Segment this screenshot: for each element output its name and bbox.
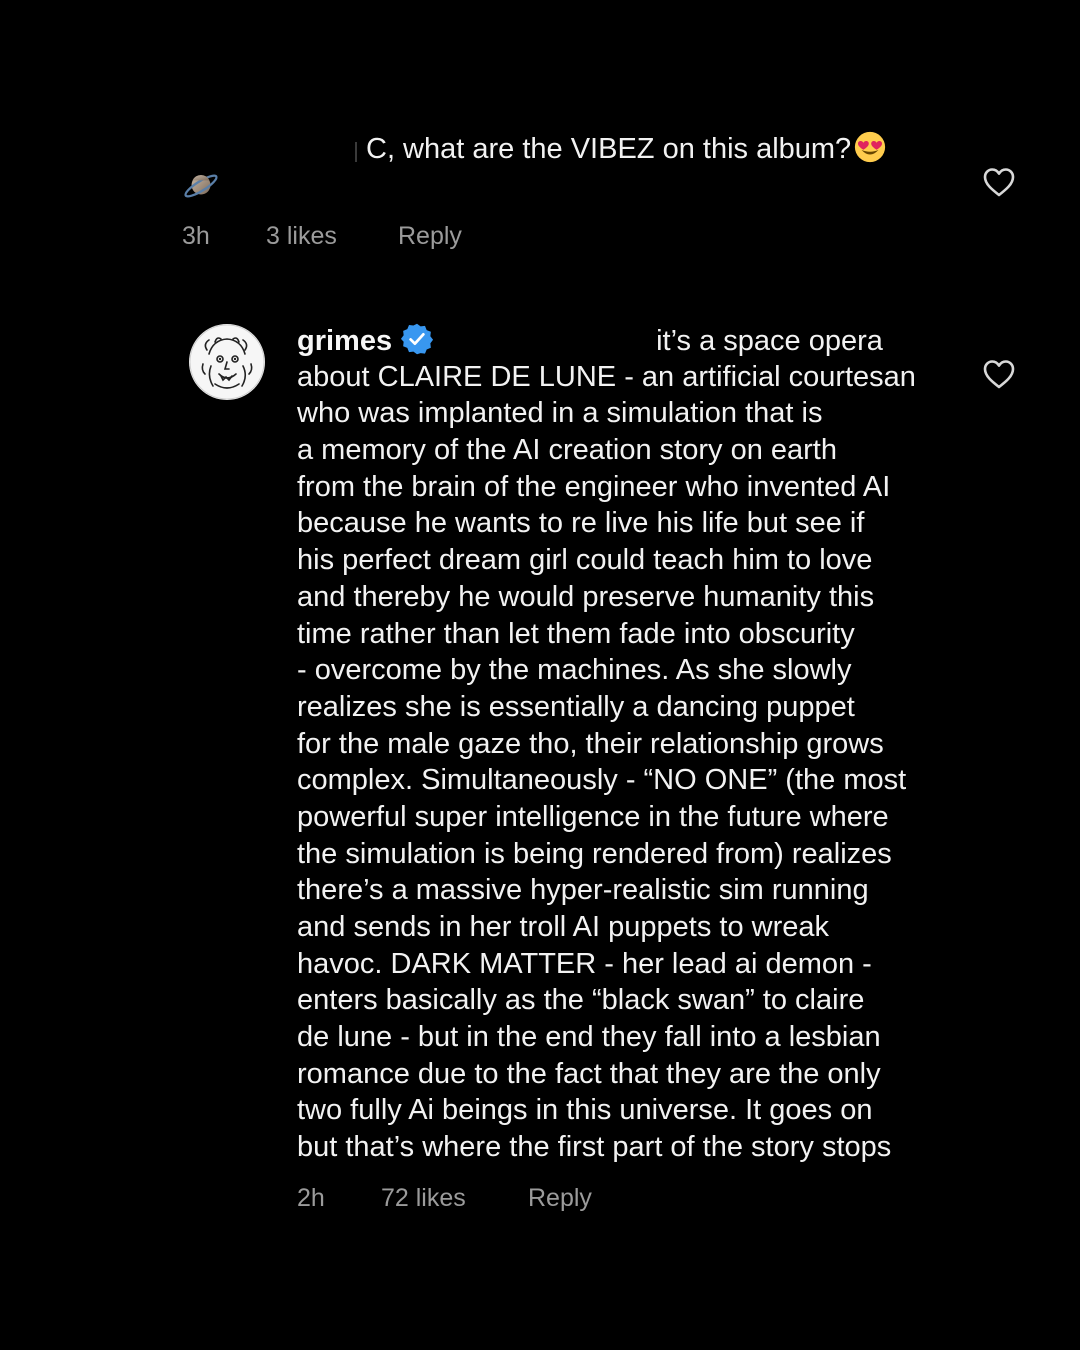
verified-badge-icon [401,323,434,355]
comment-2-line: - overcome by the machines. As she slowl… [297,654,852,687]
comment-1-time: 3h [182,222,210,250]
heart-eyes-emoji-icon [855,131,886,163]
comment-2-line: powerful super intelligence in the futur… [297,800,889,833]
comment-2-reply-button[interactable]: Reply [528,1182,592,1214]
comment-2-line: there’s a massive hyper-realistic sim ru… [297,874,869,907]
comment-2-line: and thereby he would preserve humanity t… [297,580,875,613]
comment-2-line: but that’s where the first part of the s… [297,1131,892,1164]
comment-2-line: and sends in her troll AI puppets to wre… [297,911,829,943]
username-grimes[interactable]: grimes [297,325,392,357]
comment-1-text: C, what are the VIBEZ on this album? [366,133,852,165]
grimes-avatar[interactable] [189,324,265,400]
comment-2-time: 2h [297,1184,325,1212]
comment-2-line: from the brain of the engineer who inven… [297,470,891,503]
comment-1: C, what are the VIBEZ on this album? 3h 3… [0,0,1080,280]
comment-2-line: realizes she is essentially a dancing pu… [297,690,855,723]
comment-1-text-row: C, what are the VIBEZ on this album? [366,130,887,168]
saturn-planet-icon[interactable] [182,168,220,204]
comment-2-like-heart-icon[interactable] [982,358,1016,390]
comment-2-line: who was implanted in a simulation that i… [297,397,823,430]
sketch-portrait-icon [189,324,265,400]
comment-1-likes[interactable]: 3 likes [266,220,398,252]
comment-2-line: about CLAIRE DE LUNE - an artificial cou… [297,360,916,393]
comment-2-line-0: it’s a space opera [656,325,883,357]
comment-2-first-line: grimes it’s a space opera [297,322,957,359]
comment-2-line: time rather than let them fade into obsc… [297,617,855,650]
comment-2-line: two fully Ai beings in this universe. It… [297,1094,873,1127]
comment-2-line: enters basically as the “black swan” to … [297,984,865,1017]
comment-2-line: complex. Simultaneously - “NO ONE” (the … [297,764,907,797]
comment-2-body: grimes it’s a space opera about CLAIRE D… [297,322,957,1166]
comment-2-line: the simulation is being rendered from) r… [297,837,892,870]
comment-1-meta: 3h 3 likes Reply [182,220,462,252]
comment-1-reply-button[interactable]: Reply [398,220,462,252]
comment-2-meta: 2h 72 likes Reply [297,1182,592,1214]
comment-2-line: de lune - but in the end they fall into … [297,1021,881,1054]
comment-2: grimes it’s a space opera about CLAIRE D… [0,300,1080,1240]
comment-2-line: for the male gaze tho, their relationshi… [297,727,884,760]
comment-2-line: his perfect dream girl could teach him t… [297,544,873,577]
comment-2-line: havoc. DARK MATTER - her lead ai demon - [297,947,872,980]
comment-2-line: a memory of the AI creation story on ear… [297,434,837,467]
comment-1-like-heart-icon[interactable] [982,166,1016,198]
comment-2-line: romance due to the fact that they are th… [297,1057,881,1090]
redacted-username [355,142,357,162]
comment-2-line: because he wants to re live his life but… [297,507,865,540]
comment-2-likes[interactable]: 72 likes [381,1182,528,1214]
